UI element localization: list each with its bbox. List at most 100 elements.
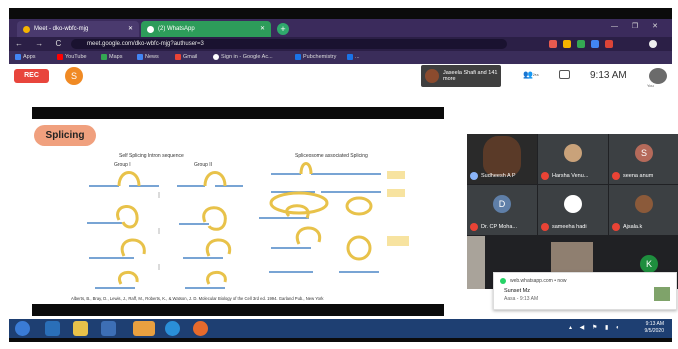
extension-icon[interactable] xyxy=(577,40,585,48)
screen: Meet - dko-wbfc-mjg ✕ (2) WhatsApp ✕ + —… xyxy=(0,0,678,349)
participant-tile[interactable]: Sudheesh A P xyxy=(467,134,537,184)
whatsapp-icon xyxy=(500,278,506,284)
system-tray-icons[interactable]: ▴ ◀ ⚑ ▮ ◐ xyxy=(569,324,623,331)
presentation-area: Splicing Self Splicing Intron sequence G… xyxy=(9,88,461,320)
gmail-icon xyxy=(175,54,181,60)
extension-icon[interactable] xyxy=(605,40,613,48)
bookmark-youtube[interactable]: YouTube xyxy=(57,54,87,60)
firefox-icon[interactable] xyxy=(193,321,208,336)
meeting-time: 9:13 AM xyxy=(590,70,627,81)
rec-badge: REC xyxy=(14,69,49,83)
avatar xyxy=(564,195,582,213)
bookmarks-bar: Apps YouTube Maps News Gmail Sign in - G… xyxy=(9,51,672,64)
participant-video xyxy=(483,136,521,176)
extension-icon[interactable] xyxy=(591,40,599,48)
start-button[interactable] xyxy=(15,321,30,336)
participant-tile[interactable]: sameeha hadi xyxy=(538,185,608,235)
participant-name: seena anum xyxy=(612,172,653,180)
tab-meet-label: Meet - dko-wbfc-mjg xyxy=(34,26,89,32)
audio-level-icon xyxy=(470,172,478,180)
chat-icon[interactable] xyxy=(559,70,570,79)
top-border xyxy=(9,8,672,19)
bookmark-pubchemistry[interactable]: Pubchemistry xyxy=(295,54,336,60)
participant-tile[interactable]: Harsha Venu... xyxy=(538,134,608,184)
tab-whatsapp-label: (2) WhatsApp xyxy=(158,26,195,32)
notification-source: web.whatsapp.com • now xyxy=(510,278,567,284)
mic-off-icon xyxy=(612,223,620,231)
maps-icon xyxy=(101,54,107,60)
slide-citation: Alberts, B., Bray, D., Lewis, J., Raff, … xyxy=(71,296,324,301)
tray-time: 9:13 AM xyxy=(645,321,664,327)
google-icon xyxy=(213,54,219,60)
avatar xyxy=(425,69,439,83)
people-count: ²⁵⁶ xyxy=(532,73,539,79)
splicing-diagram xyxy=(87,162,409,289)
meet-header: REC S Jaseela Shafi and 141 more 👥²⁵⁶ 9:… xyxy=(9,64,672,88)
notification-thumbnail xyxy=(654,287,670,301)
avatar[interactable]: S xyxy=(65,67,83,85)
participants-label: Jaseela Shafi and 141 more xyxy=(443,70,498,82)
participant-name: Ajsala.k xyxy=(612,223,642,231)
address-bar-row: ← → C meet.google.com/dko-wbfc-mjg?authu… xyxy=(9,37,672,51)
mic-off-icon xyxy=(541,172,549,180)
participant-name: Harsha Venu... xyxy=(541,172,588,180)
bookmark-maps[interactable]: Maps xyxy=(101,54,122,60)
extension-icon[interactable] xyxy=(549,40,557,48)
participant-tile[interactable]: Ajsala.k xyxy=(609,185,678,235)
folder-icon[interactable] xyxy=(73,321,88,336)
bookmark-apps[interactable]: Apps xyxy=(15,54,36,60)
avatar xyxy=(564,144,582,162)
new-tab-button[interactable]: + xyxy=(277,23,289,35)
tab-whatsapp[interactable]: (2) WhatsApp ✕ xyxy=(141,21,271,37)
notification-body: Aasa - 9:13 AM xyxy=(504,296,539,302)
participant-name: Sudheesh A P xyxy=(470,172,516,180)
app-icon[interactable] xyxy=(165,321,180,336)
tray-date: 9/5/2020 xyxy=(644,328,664,334)
participant-video xyxy=(467,236,485,289)
windows-taskbar: ▴ ◀ ⚑ ▮ ◐ 9:13 AM 9/5/2020 xyxy=(9,319,672,338)
profile-avatar[interactable] xyxy=(649,40,657,48)
participant-name: sameeha hadi xyxy=(541,223,587,231)
avatar: S xyxy=(635,144,653,162)
close-icon[interactable]: ✕ xyxy=(260,25,265,32)
meet-favicon-icon xyxy=(23,25,30,33)
people-icon[interactable]: 👥²⁵⁶ xyxy=(523,70,539,79)
close-icon[interactable]: ✕ xyxy=(128,25,133,32)
extension-icon[interactable] xyxy=(563,40,571,48)
bookmark-more[interactable]: ... xyxy=(347,54,360,60)
bookmark-icon xyxy=(347,54,353,60)
participant-name: Dr. CP Moha... xyxy=(470,223,517,231)
mic-off-icon xyxy=(541,223,549,231)
avatar[interactable]: K xyxy=(640,255,658,273)
bottom-border xyxy=(9,338,672,342)
news-icon xyxy=(137,54,143,60)
bookmark-gmail[interactable]: Gmail xyxy=(175,54,197,60)
bookmark-google-account[interactable]: Sign in - Google Ac... xyxy=(213,54,273,60)
media-icon[interactable] xyxy=(101,321,116,336)
whatsapp-notification[interactable]: web.whatsapp.com • now Sunset Mz Aasa - … xyxy=(493,272,677,310)
slide-bottom-bar xyxy=(32,304,444,316)
bookmark-icon xyxy=(295,54,301,60)
participant-tile[interactable]: S seena anum xyxy=(609,134,678,184)
taskbar-clock[interactable]: 9:13 AM 9/5/2020 xyxy=(645,321,664,335)
whatsapp-favicon-icon xyxy=(147,25,154,33)
window-controls[interactable]: — ❐ ✕ xyxy=(611,22,664,30)
navigation-buttons[interactable]: ← → C xyxy=(15,39,66,48)
participant-tile[interactable]: D Dr. CP Moha... xyxy=(467,185,537,235)
you-label: You xyxy=(647,83,654,88)
ie-icon[interactable] xyxy=(45,321,60,336)
apps-icon xyxy=(15,54,21,60)
mic-off-icon xyxy=(612,172,620,180)
chrome-icon[interactable] xyxy=(133,321,155,336)
tab-meet[interactable]: Meet - dko-wbfc-mjg ✕ xyxy=(17,21,139,37)
youtube-icon xyxy=(57,54,63,60)
notification-title: Sunset Mz xyxy=(504,288,530,294)
mic-off-icon xyxy=(470,223,478,231)
url-input[interactable]: meet.google.com/dko-wbfc-mjg?authuser=3 xyxy=(71,39,507,49)
avatar[interactable] xyxy=(649,68,667,84)
browser-tab-strip: Meet - dko-wbfc-mjg ✕ (2) WhatsApp ✕ + —… xyxy=(9,19,672,37)
participants-chip[interactable]: Jaseela Shafi and 141 more xyxy=(421,65,501,87)
avatar: D xyxy=(493,195,511,213)
avatar xyxy=(635,195,653,213)
bookmark-news[interactable]: News xyxy=(137,54,159,60)
